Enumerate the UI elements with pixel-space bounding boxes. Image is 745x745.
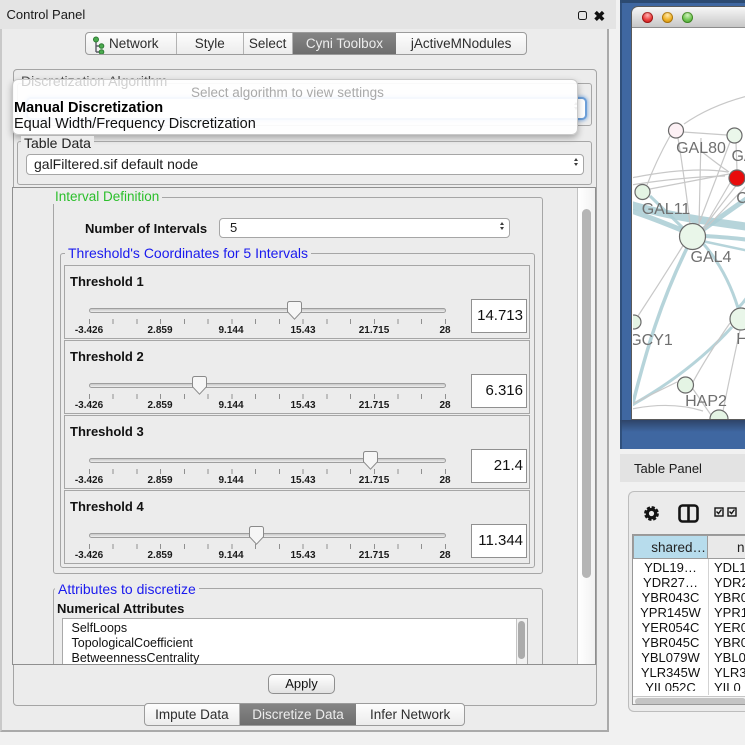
svg-text:GCY1: GCY1 (633, 332, 673, 349)
svg-text:GAL80: GAL80 (676, 140, 726, 157)
svg-text:GAL11: GAL11 (642, 201, 691, 218)
svg-text:C: C (736, 190, 745, 207)
svg-text:H: H (736, 331, 745, 348)
svg-text:GAL4: GAL4 (691, 249, 732, 266)
svg-text:GA: GA (731, 148, 745, 165)
svg-text:HAP2: HAP2 (685, 393, 727, 410)
